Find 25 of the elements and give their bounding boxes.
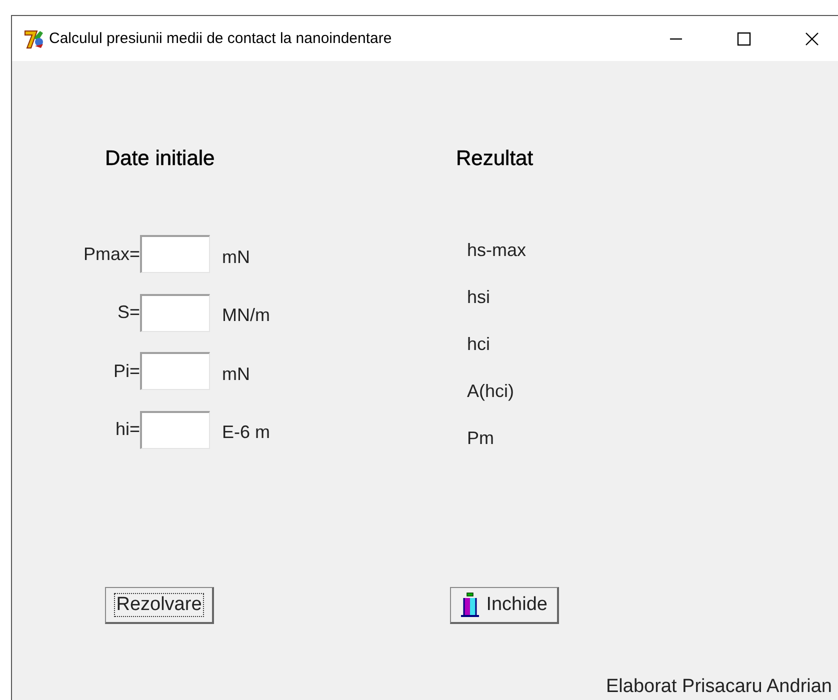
- unit-label: MN/m: [222, 304, 270, 326]
- author-credit: Elaborat Prisacaru Andrian: [606, 676, 832, 698]
- unit-label: mN: [222, 362, 250, 384]
- result-label: A(hci): [467, 381, 514, 401]
- section-heading: Rezultat: [456, 147, 534, 171]
- window-title: Calculul presiunii medii de contact la nanoindentare: [49, 30, 393, 47]
- result-label: Pm: [467, 428, 494, 448]
- section-heading: Date initiale: [105, 147, 215, 171]
- unit-label: E-6 m: [222, 421, 270, 443]
- result-label: hsi: [467, 287, 490, 307]
- field-label: hi=: [114, 419, 140, 440]
- input-field[interactable]: [140, 352, 210, 390]
- input-field[interactable]: [140, 410, 210, 448]
- app-icon: [23, 28, 45, 50]
- field-label: Pmax=: [82, 244, 140, 264]
- door-icon: [459, 590, 482, 618]
- input-field[interactable]: [140, 294, 210, 332]
- input-field[interactable]: [140, 235, 210, 273]
- field-label: Pi=: [112, 360, 140, 382]
- action-button[interactable]: Rezolvare: [105, 586, 214, 624]
- result-label: hs-max: [467, 240, 526, 260]
- field-label: S=: [116, 302, 140, 323]
- unit-label: mN: [222, 246, 250, 268]
- action-button[interactable]: Inchide: [450, 586, 560, 624]
- result-label: hci: [467, 334, 490, 354]
